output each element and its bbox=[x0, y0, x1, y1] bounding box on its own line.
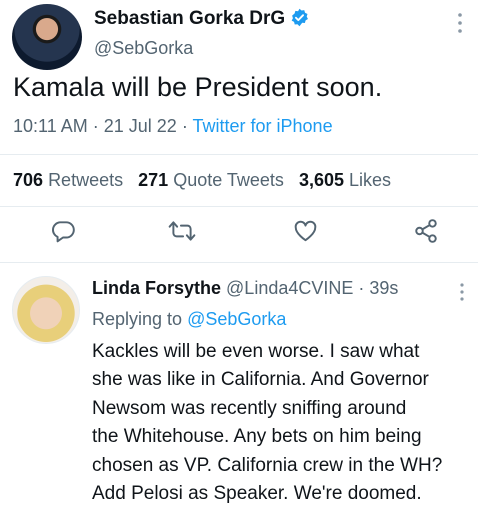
author-handle[interactable]: @SebGorka bbox=[94, 38, 193, 59]
likes-stat[interactable]: 3,605 Likes bbox=[299, 170, 391, 190]
retweets-stat[interactable]: 706 Retweets bbox=[13, 170, 123, 190]
quotes-stat[interactable]: 271 Quote Tweets bbox=[138, 170, 284, 190]
reply-author-avatar[interactable] bbox=[12, 276, 80, 344]
reply-age[interactable]: 39s bbox=[369, 278, 398, 298]
tweet-date[interactable]: 21 Jul 22 bbox=[104, 116, 177, 136]
reply-author-name[interactable]: Linda Forsythe bbox=[92, 278, 221, 298]
reply-more-options-icon[interactable] bbox=[456, 282, 468, 307]
share-icon[interactable] bbox=[413, 218, 439, 249]
reply-icon[interactable] bbox=[50, 218, 76, 249]
more-options-icon[interactable] bbox=[454, 12, 466, 39]
divider bbox=[0, 206, 478, 207]
reply-header: Linda Forsythe @Linda4CVINE · 39s bbox=[92, 278, 399, 298]
replying-to-link[interactable]: @SebGorka bbox=[187, 309, 286, 329]
action-bar bbox=[0, 218, 478, 252]
tweet-source[interactable]: Twitter for iPhone bbox=[193, 116, 333, 136]
divider bbox=[0, 262, 478, 263]
replying-to: Replying to @SebGorka bbox=[92, 309, 287, 329]
author-name[interactable]: Sebastian Gorka DrG bbox=[94, 8, 285, 29]
like-icon[interactable] bbox=[292, 218, 319, 249]
author-avatar[interactable] bbox=[12, 4, 82, 70]
retweet-icon[interactable] bbox=[168, 218, 196, 249]
verified-badge-icon bbox=[290, 8, 309, 33]
tweet-stats: 706 Retweets 271 Quote Tweets 3,605 Like… bbox=[13, 170, 391, 191]
tweet-time[interactable]: 10:11 AM bbox=[13, 116, 88, 136]
tweet-meta: 10:11 AM · 21 Jul 22 · Twitter for iPhon… bbox=[13, 116, 333, 136]
tweet-text: Kamala will be President soon. bbox=[13, 72, 383, 102]
divider bbox=[0, 154, 478, 155]
reply-text: Kackles will be even worse. I saw what s… bbox=[92, 341, 443, 505]
reply-author-handle[interactable]: @Linda4CVINE bbox=[226, 278, 353, 298]
